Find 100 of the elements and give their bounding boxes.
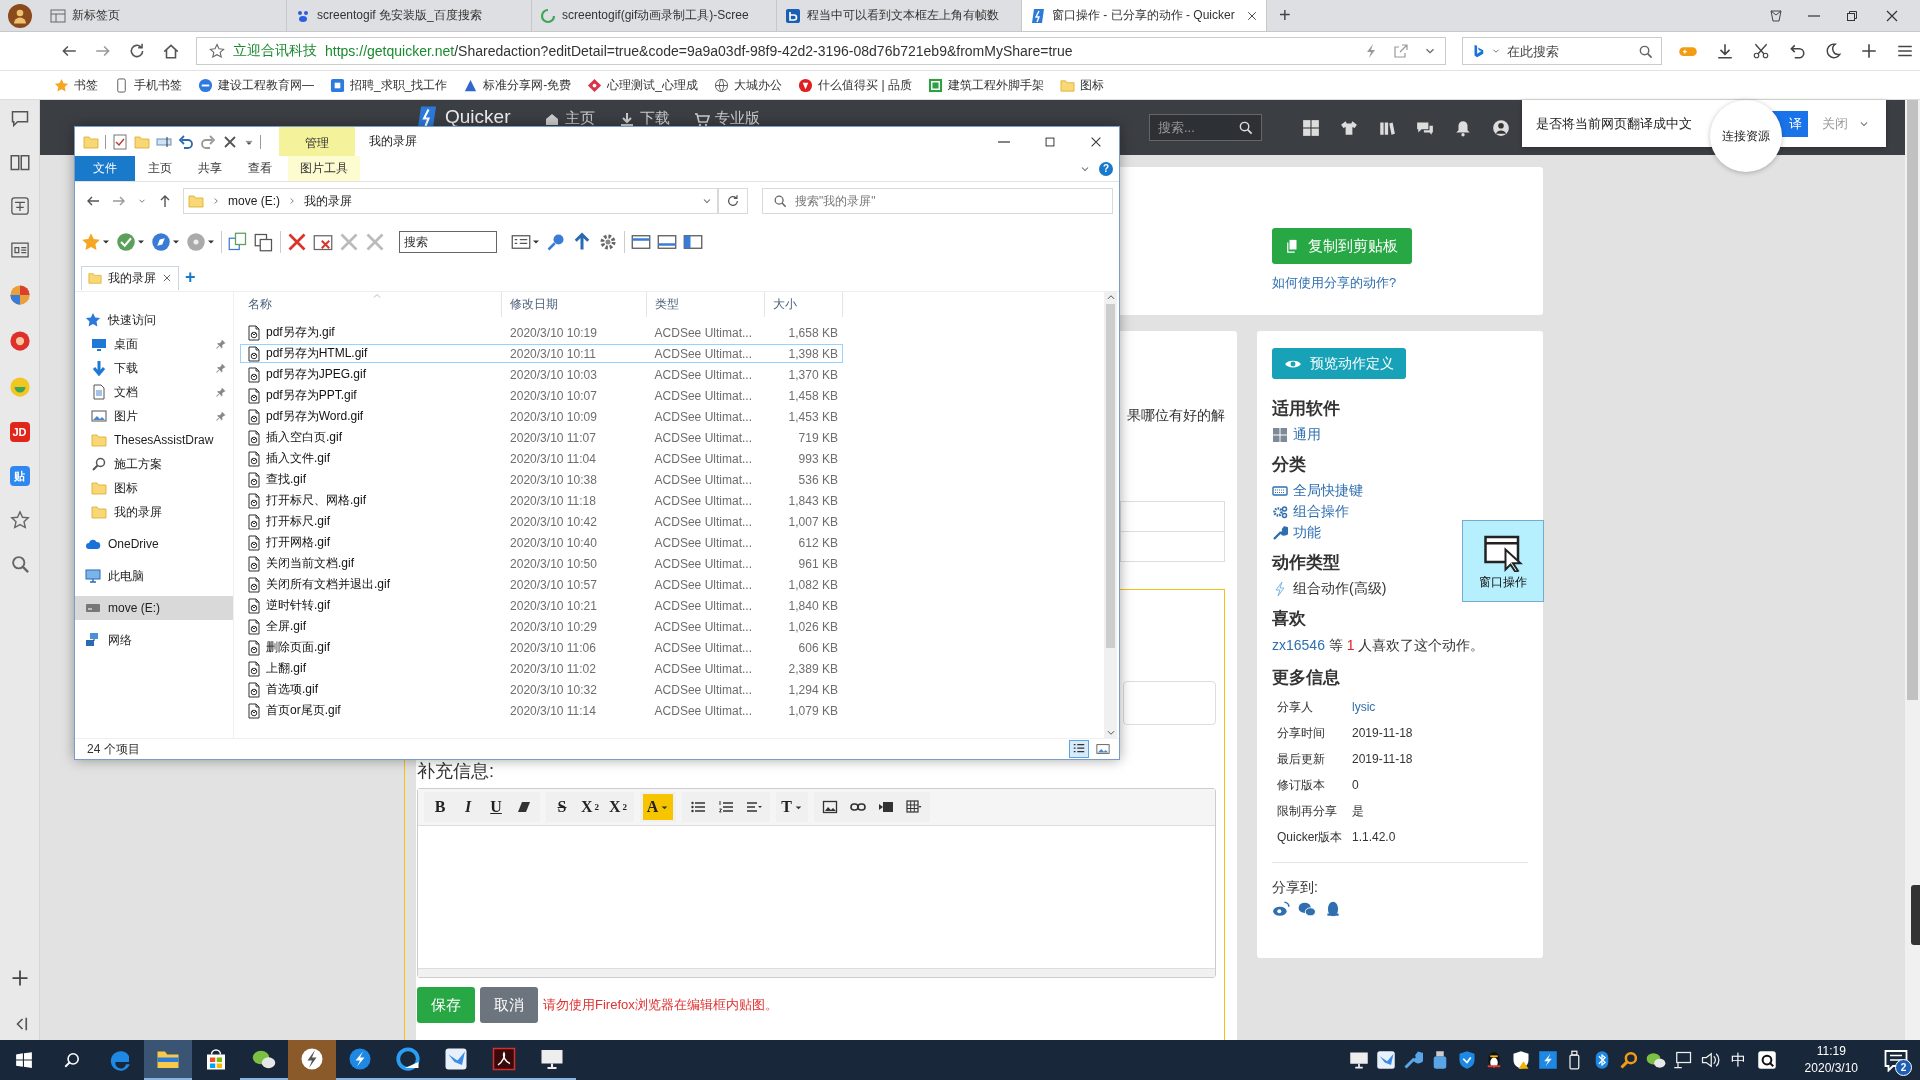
- notification-button[interactable]: 2: [1872, 1040, 1920, 1080]
- bookmark-item[interactable]: 手机书签: [114, 76, 182, 94]
- date-cell-text: 2020/3/10 10:29: [509, 619, 598, 634]
- type-cell-text: ACDSee Ultimat...: [653, 682, 753, 697]
- nav-item[interactable]: 文档: [75, 380, 233, 404]
- floating-tile[interactable]: 窗口操作: [1462, 520, 1544, 602]
- search-input[interactable]: 搜索"我的录屏": [795, 194, 1102, 208]
- file-row[interactable]: 全屏.gif 2020/3/10 10:29 ACDSee Ultimat... 1,026 KB: [240, 617, 843, 636]
- type-cell-text: ACDSee Ultimat...: [653, 514, 753, 529]
- file-row[interactable]: pdf另存为HTML.gif 2020/3/10 10:11 ACDSee Ultimat... 1,398 KB: [240, 344, 843, 363]
- cancel-button[interactable]: 取消: [480, 987, 538, 1023]
- file-row[interactable]: 插入文件.gif 2020/3/10 11:04 ACDSee Ultimat... 993 KB: [240, 449, 843, 468]
- file-row[interactable]: 关闭所有文档并退出.gif 2020/3/10 10:57 ACDSee Ultimat... 1,082 KB: [240, 575, 843, 594]
- file-name: 打开标尺.gif: [266, 513, 330, 530]
- folder-tab[interactable]: 我的录屏: [81, 265, 179, 290]
- clock[interactable]: 11:19 2020/3/10: [1790, 1040, 1872, 1080]
- column-header[interactable]: 大小: [765, 292, 843, 317]
- file-row[interactable]: 插入空白页.gif 2020/3/10 11:07 ACDSee Ultimat... 719 KB: [240, 428, 843, 447]
- file-row[interactable]: pdf另存为JPEG.gif 2020/3/10 10:03 ACDSee Ultimat... 1,370 KB: [240, 365, 843, 384]
- bookmark-item[interactable]: 建筑工程外脚手架: [927, 76, 1044, 94]
- file-row[interactable]: 首选项.gif 2020/3/10 10:32 ACDSee Ultimat... 1,294 KB: [240, 680, 843, 699]
- category-link[interactable]: 全局快捷键: [1293, 481, 1363, 500]
- file-row[interactable]: 打开网格.gif 2020/3/10 10:40 ACDSee Ultimat... 612 KB: [240, 533, 843, 552]
- file-row[interactable]: 关闭当前文档.gif 2020/3/10 10:50 ACDSee Ultimat... 961 KB: [240, 554, 843, 573]
- search-field[interactable]: 搜索...: [1149, 114, 1262, 141]
- category-link[interactable]: 组合操作: [1293, 502, 1349, 521]
- ribbon-tab[interactable]: 查看: [235, 156, 285, 181]
- column-header[interactable]: 修改日期: [502, 292, 647, 317]
- ribbon-tab[interactable]: 主页: [135, 156, 185, 181]
- file-row[interactable]: 删除页面.gif 2020/3/10 11:06 ACDSee Ultimat... 606 KB: [240, 638, 843, 657]
- type-cell-text: ACDSee Ultimat...: [653, 535, 753, 550]
- nav-item[interactable]: 图片: [75, 404, 233, 428]
- input-method-indicator[interactable]: 中: [1726, 1050, 1750, 1070]
- user-link[interactable]: lysic: [1352, 699, 1413, 716]
- search-input[interactable]: 搜索: [404, 235, 492, 249]
- new-tab-button[interactable]: +: [1267, 0, 1303, 31]
- file-row[interactable]: pdf另存为Word.gif 2020/3/10 10:09 ACDSee Ultimat... 1,453 KB: [240, 407, 843, 426]
- address-field[interactable]: 立迎合讯科技 https://getquicker.net/Sharedaction?editDetail=true&code=9a9a03df-98f9-42d2-3196-08d76b721eb9&fromMyShare=true: [196, 37, 1446, 65]
- date-cell-text: 2020/3/10 10:11: [509, 346, 597, 361]
- file-menu-button[interactable]: 文件: [75, 156, 135, 181]
- bookmark-item[interactable]: 招聘_求职_找工作: [330, 76, 448, 94]
- prompt-text: 是否将当前网页翻译成中文: [1536, 114, 1692, 133]
- category-link[interactable]: 通用: [1293, 425, 1321, 444]
- file-row[interactable]: 查找.gif 2020/3/10 10:38 ACDSee Ultimat... 536 KB: [240, 470, 843, 489]
- file-row[interactable]: pdf另存为PPT.gif 2020/3/10 10:07 ACDSee Ultimat... 1,458 KB: [240, 386, 843, 405]
- nav-item[interactable]: ThesesAssistDraw: [75, 428, 233, 452]
- nav-link[interactable]: 下载: [619, 109, 671, 128]
- date-cell-text: 2020/3/10 11:18: [509, 493, 597, 508]
- bookmark-item[interactable]: 大城办公: [714, 76, 783, 94]
- underline-button[interactable]: U: [483, 794, 509, 820]
- date-cell-text: 2020/3/10 10:38: [509, 472, 598, 487]
- file-row[interactable]: 逆时针转.gif 2020/3/10 10:21 ACDSee Ultimat... 1,840 KB: [240, 596, 843, 615]
- column-header[interactable]: 类型: [647, 292, 765, 317]
- clock-date: 2020/3/10: [1804, 1060, 1858, 1077]
- bold-button[interactable]: B: [427, 794, 453, 820]
- strikethrough-button[interactable]: S: [549, 794, 575, 820]
- file-row[interactable]: 首页or尾页.gif 2020/3/10 11:14 ACDSee Ultimat... 1,079 KB: [240, 701, 843, 720]
- nav-link[interactable]: 专业版: [694, 109, 761, 128]
- user-link[interactable]: zx16546: [1272, 637, 1325, 653]
- nav-item[interactable]: 此电脑: [75, 564, 233, 588]
- bookmark-item[interactable]: 什么值得买 | 品质: [798, 76, 912, 94]
- file-row[interactable]: pdf另存为.gif 2020/3/10 10:19 ACDSee Ultimat... 1,658 KB: [240, 323, 843, 342]
- nav-item[interactable]: 图标: [75, 476, 233, 500]
- nav-item[interactable]: 我的录屏: [75, 500, 233, 524]
- file-row[interactable]: 上翻.gif 2020/3/10 11:02 ACDSee Ultimat... 2,389 KB: [240, 659, 843, 678]
- nav-item[interactable]: 网络: [75, 628, 233, 652]
- bookmark-item[interactable]: 心理测试_心理成: [587, 76, 699, 94]
- app-badge[interactable]: 贴: [9, 466, 30, 486]
- browser-tab[interactable]: 窗口操作 - 已分享的动作 - Quicker: [1022, 0, 1267, 31]
- file-name: 逆时针转.gif: [266, 597, 330, 614]
- new-tab-button[interactable]: +: [185, 267, 196, 288]
- site-name: 立迎合讯科技: [233, 42, 317, 60]
- breadcrumb[interactable]: 我的录屏: [304, 192, 352, 210]
- help-button[interactable]: ?: [1099, 161, 1113, 176]
- bookmark-item[interactable]: 建设工程教育网—: [198, 76, 314, 94]
- nav-item[interactable]: 桌面: [75, 332, 233, 356]
- nav-link[interactable]: 主页: [544, 109, 596, 128]
- search-input[interactable]: 在此搜索: [1507, 43, 1632, 59]
- nav-item[interactable]: move (E:): [75, 596, 233, 620]
- font-size-button[interactable]: T: [779, 794, 805, 820]
- breadcrumb[interactable]: move (E:): [228, 194, 280, 208]
- column-header[interactable]: 名称: [240, 292, 502, 317]
- nav-item[interactable]: 下载: [75, 356, 233, 380]
- bookmark-item[interactable]: 标准分享网-免费: [463, 76, 572, 94]
- address-field[interactable]: move (E:) 我的录屏: [183, 188, 718, 214]
- file-row[interactable]: 打开标尺.gif 2020/3/10 10:42 ACDSee Ultimat... 1,007 KB: [240, 512, 843, 531]
- bookmark-item[interactable]: 书签: [54, 76, 98, 94]
- search-input[interactable]: 搜索...: [1158, 120, 1238, 135]
- bookmark-item[interactable]: 图标: [1059, 76, 1104, 94]
- category-link[interactable]: 功能: [1293, 523, 1321, 542]
- nav-item[interactable]: OneDrive: [75, 532, 233, 556]
- help-link[interactable]: 如何使用分享的动作?: [1272, 274, 1397, 292]
- file-row[interactable]: 打开标尺、网格.gif 2020/3/10 11:18 ACDSee Ultimat... 1,843 KB: [240, 491, 843, 510]
- ribbon-tab[interactable]: 共享: [185, 156, 235, 181]
- search-field[interactable]: 搜索: [399, 231, 497, 253]
- nav-item[interactable]: 施工方案: [75, 452, 233, 476]
- app-badge[interactable]: JD: [9, 422, 30, 442]
- text-color-button[interactable]: A: [643, 794, 673, 820]
- italic-button[interactable]: I: [455, 794, 481, 820]
- nav-item[interactable]: 快速访问: [75, 308, 233, 332]
